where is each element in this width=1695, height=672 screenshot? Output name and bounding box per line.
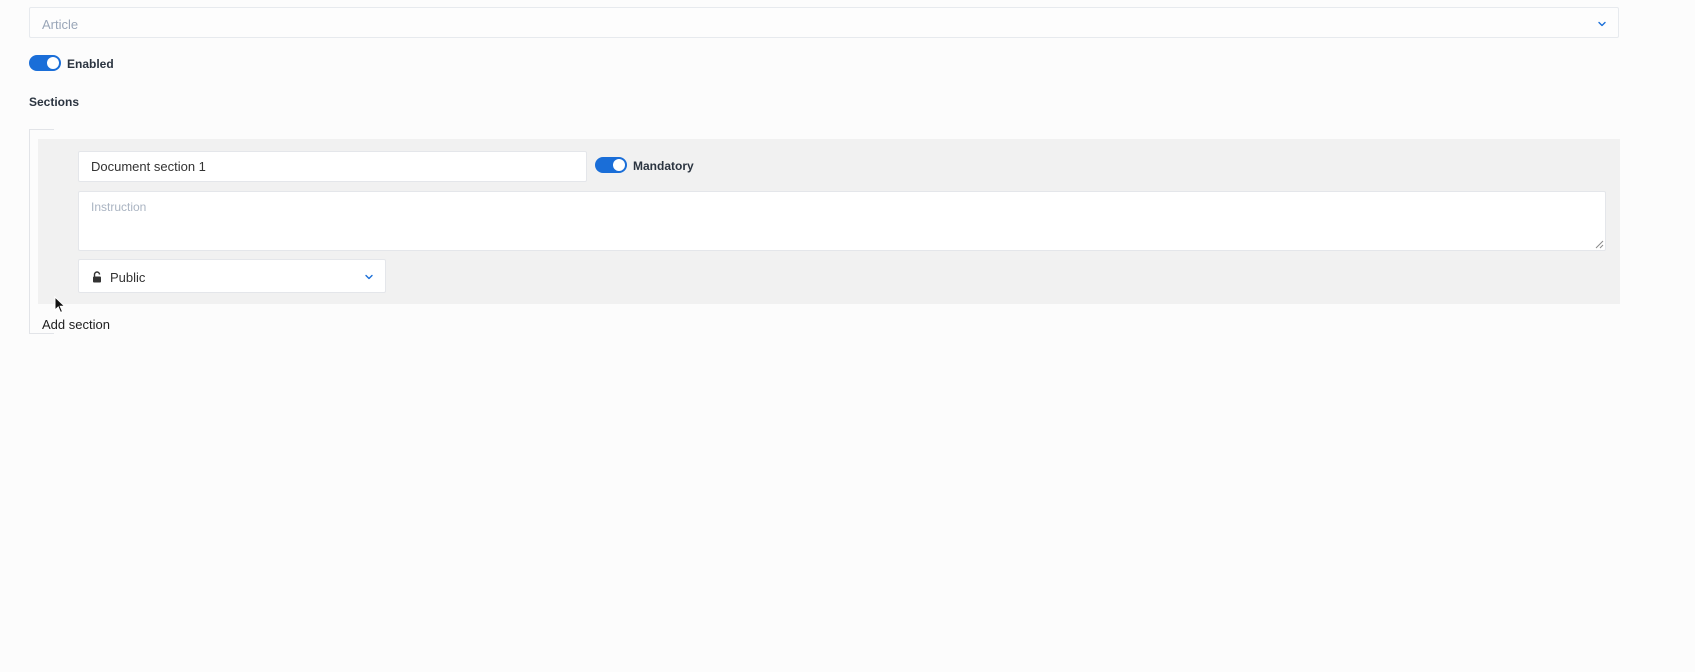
bracket-top-line: [30, 129, 54, 130]
enabled-toggle[interactable]: [29, 55, 61, 71]
mouse-cursor-icon: [54, 296, 66, 314]
mandatory-toggle[interactable]: [595, 157, 627, 173]
toggle-knob: [613, 159, 625, 171]
visibility-select[interactable]: Public: [78, 259, 386, 293]
chevron-down-icon: [365, 274, 373, 280]
document-type-select[interactable]: Article: [29, 7, 1619, 38]
sections-heading: Sections: [29, 95, 80, 109]
unlock-icon: [93, 271, 101, 283]
section-name-input[interactable]: [78, 151, 587, 182]
instruction-textarea[interactable]: [78, 191, 1606, 251]
mandatory-label: Mandatory: [633, 159, 694, 173]
resize-grip-icon[interactable]: [1595, 240, 1604, 249]
bracket-bottom-line: [30, 333, 54, 334]
toggle-knob: [47, 57, 59, 69]
document-type-value: Article: [42, 17, 79, 32]
chevron-down-icon: [1598, 21, 1606, 27]
visibility-value: Public: [110, 270, 146, 285]
add-section-button[interactable]: Add section: [42, 317, 110, 332]
enabled-label: Enabled: [67, 57, 114, 71]
